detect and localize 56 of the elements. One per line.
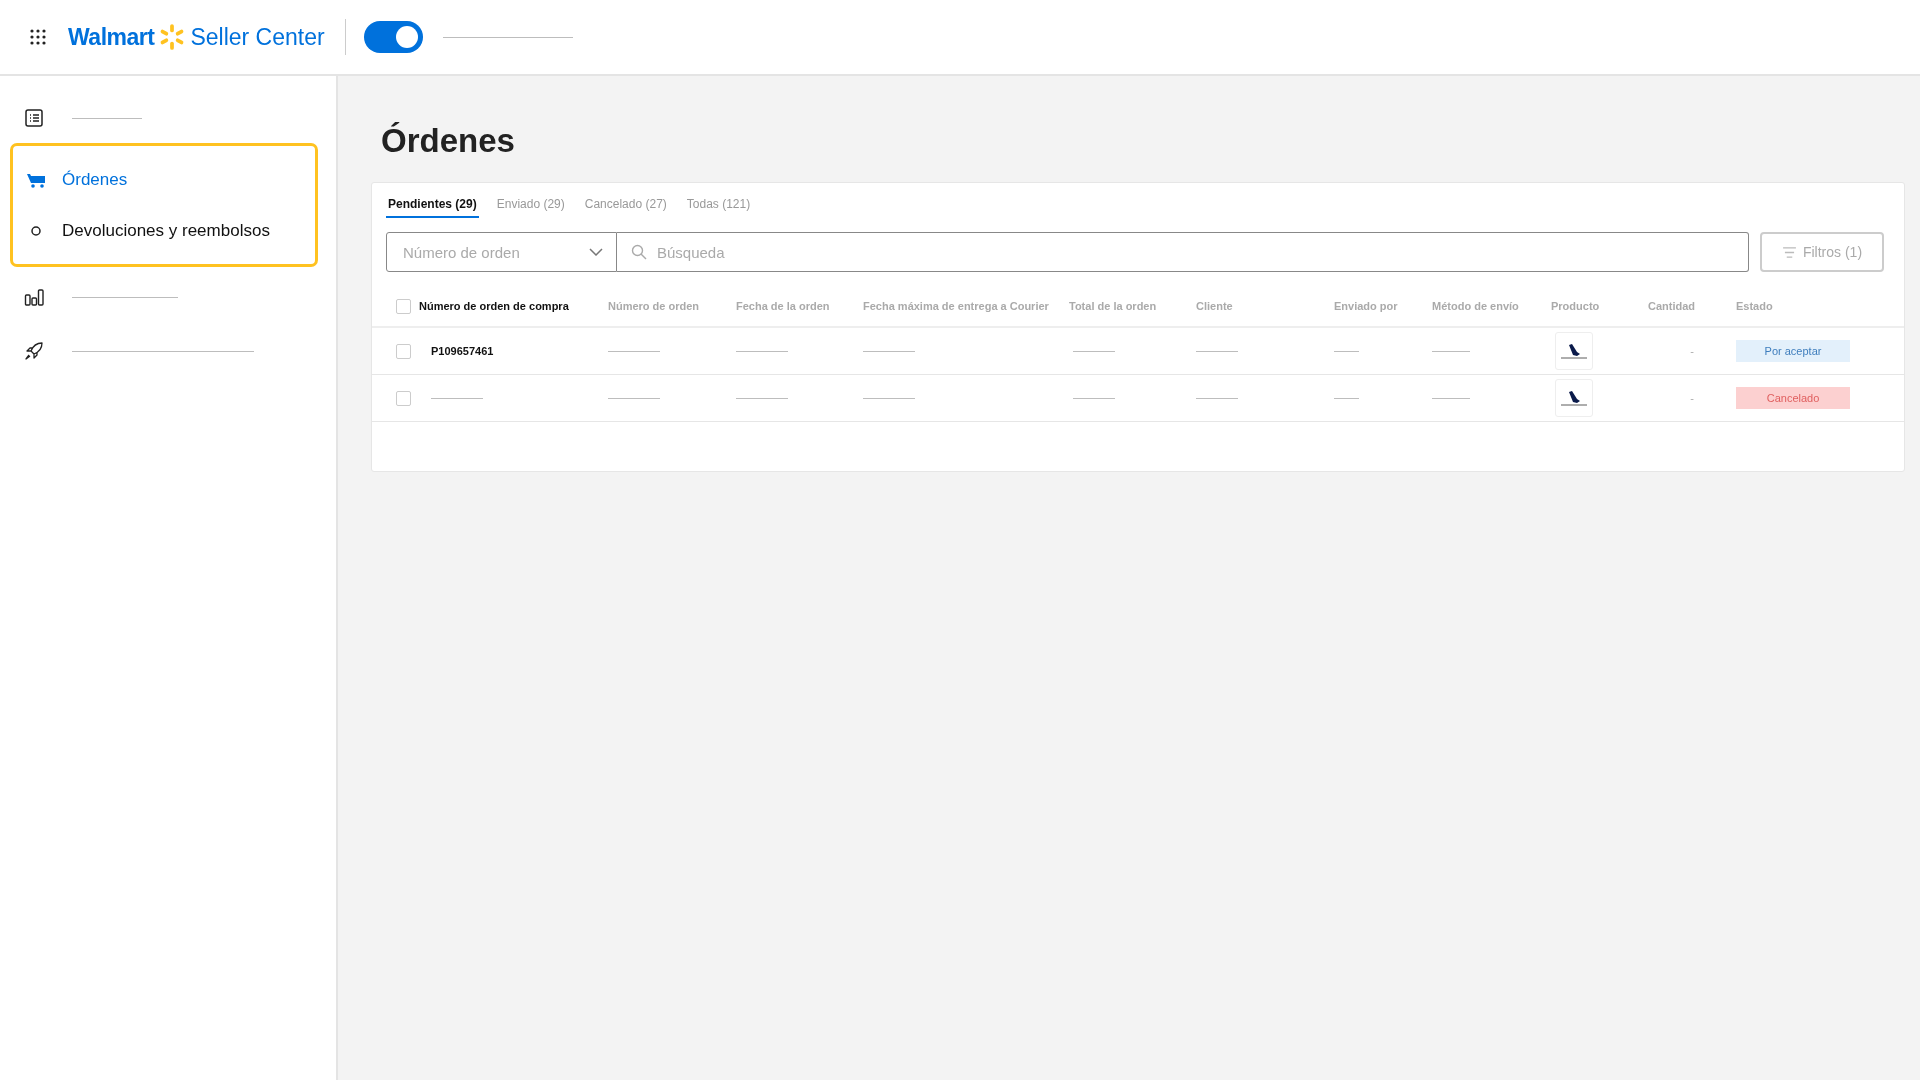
checkbox[interactable] [396, 298, 411, 314]
placeholder-line [608, 397, 660, 399]
tab[interactable]: Enviado (29) [494, 193, 567, 218]
column-header: Cliente [1196, 300, 1234, 312]
filter-icon [1781, 246, 1797, 258]
placeholder-line [1432, 350, 1470, 352]
placeholder-line [1196, 397, 1238, 399]
bar-chart-icon[interactable] [24, 287, 44, 307]
placeholder-line [863, 350, 915, 352]
search-type-dropdown[interactable]: Número de orden [386, 232, 617, 272]
tab[interactable]: Cancelado (27) [582, 193, 669, 218]
column-header: Enviado por [1334, 300, 1399, 312]
placeholder-line [1073, 397, 1115, 399]
placeholder-line [1432, 397, 1470, 399]
rocket-icon[interactable] [24, 341, 44, 361]
product-image-icon [1561, 343, 1587, 359]
sidebar-item[interactable]: Órdenes [62, 169, 128, 190]
list-icon[interactable] [24, 108, 44, 128]
placeholder-line [431, 397, 483, 399]
placeholder-line [1196, 350, 1238, 352]
table-cell-text: - [1689, 392, 1695, 404]
tab[interactable]: Pendientes (29) [386, 193, 479, 218]
placeholder-line [736, 350, 788, 352]
status-badge: Cancelado [1736, 387, 1850, 409]
tab[interactable]: Todas (121) [684, 193, 753, 218]
placeholder-line [736, 397, 788, 399]
page-title: Órdenes [381, 122, 516, 160]
placeholder-line [608, 350, 660, 352]
toggle-switch[interactable] [363, 21, 423, 53]
product-name: Seller Center [190, 23, 325, 51]
column-header: Fecha de la orden [736, 300, 831, 312]
placeholder-line [863, 397, 915, 399]
table-cell: P109657461 [431, 345, 494, 357]
product-image-icon [1561, 390, 1587, 406]
status-badge: Por aceptar [1736, 340, 1850, 362]
column-header: Número de orden [608, 300, 701, 312]
table-cell-text: - [1689, 345, 1695, 357]
filters-button[interactable]: Filtros (1) [1760, 232, 1884, 272]
chevron-down-icon [589, 248, 603, 256]
column-header: Método de envío [1432, 300, 1520, 312]
column-header: Producto [1551, 300, 1601, 312]
checkbox[interactable] [396, 343, 411, 359]
logo-text: Walmart [68, 23, 155, 51]
placeholder-line [72, 117, 142, 119]
checkbox[interactable] [396, 390, 411, 406]
column-header: Número de orden de compra [418, 300, 570, 312]
sidebar-item[interactable]: Devoluciones y reembolsos [62, 220, 270, 241]
placeholder-line [1073, 350, 1115, 352]
apps-grid-icon[interactable] [30, 29, 46, 45]
placeholder-line [1334, 397, 1359, 399]
column-header: Fecha máxima de entrega a Courier [863, 300, 1050, 312]
placeholder-line [1334, 350, 1359, 352]
column-header: Estado [1736, 300, 1774, 312]
search-field[interactable]: Búsqueda [617, 232, 1749, 272]
column-header: Cantidad [1648, 300, 1697, 312]
column-header: Total de la orden [1069, 300, 1158, 312]
